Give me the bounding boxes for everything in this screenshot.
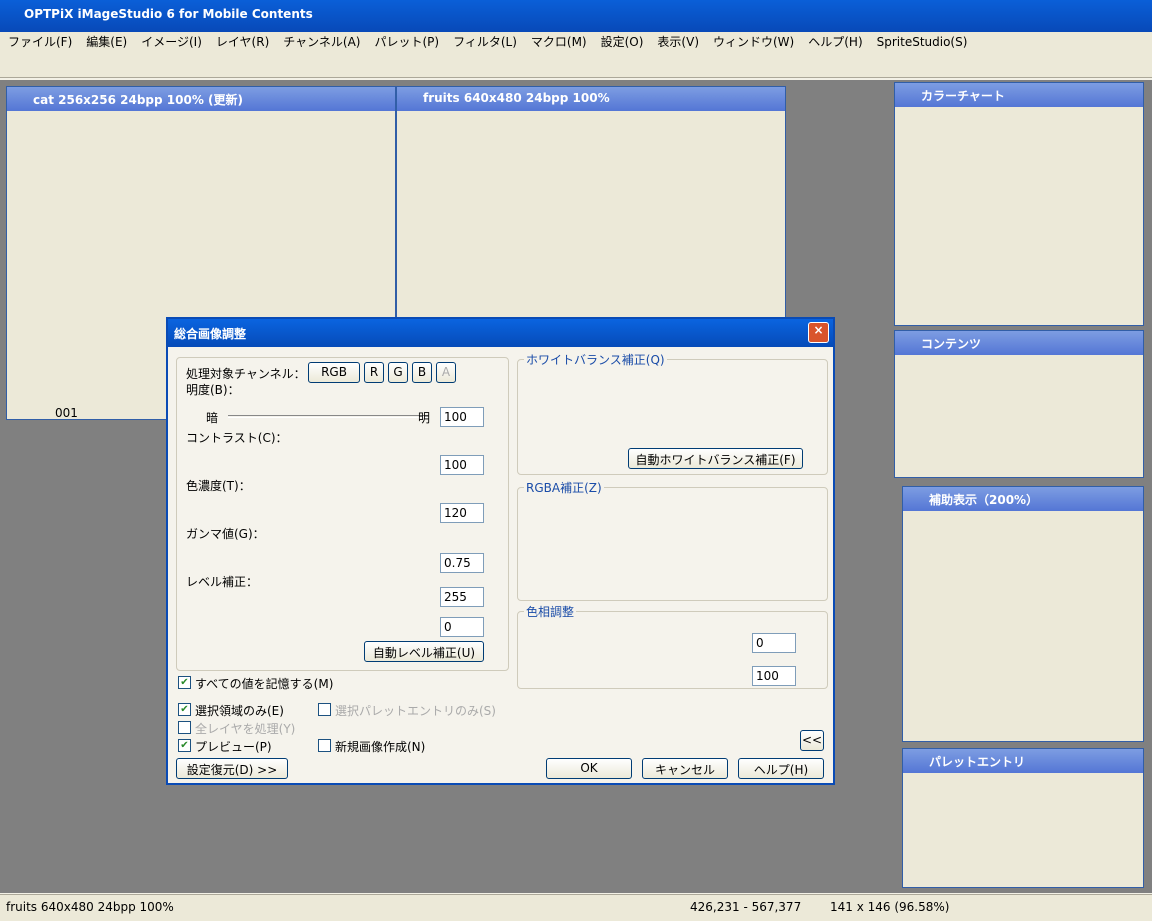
level-black-value[interactable]: 0 (440, 617, 484, 637)
saturation-label: 色濃度(T)： (186, 479, 251, 493)
channel-a-button: A (436, 362, 456, 383)
menu-bar: ファイル(F) 編集(E) イメージ(I) レイヤ(R) チャンネル(A) パレット(P)… (0, 32, 1152, 52)
preview-label: プレビュー(P) (195, 740, 272, 754)
selection-only-checkbox[interactable]: ✔ (178, 703, 191, 716)
fruits-window[interactable]: fruits 640x480 24bpp 100% (396, 86, 786, 322)
menu-item-4[interactable]: チャンネル(A) (283, 35, 360, 49)
brightness-label: 明度(B)： (186, 383, 240, 397)
cat-window-title: cat 256x256 24bpp 100% (更新) (7, 87, 395, 111)
all-layers-checkbox (178, 721, 191, 734)
remember-label: すべての値を記憶する(M) (195, 677, 334, 691)
contrast-label: コントラスト(C)： (186, 431, 288, 445)
hue-value[interactable]: 0 (752, 633, 796, 653)
hue-title: 色相調整 (524, 603, 577, 620)
selection-only-label: 選択領域のみ(E) (195, 704, 284, 718)
selected-palette-checkbox (318, 703, 331, 716)
menu-item-7[interactable]: マクロ(M) (531, 35, 587, 49)
status-size: 141 x 146 (96.58%) (830, 900, 950, 914)
brightness-max: 明 (418, 411, 431, 425)
restore-button[interactable]: 設定復元(D) >> (176, 758, 288, 779)
channel-r-button[interactable]: R (364, 362, 384, 383)
menu-item-12[interactable]: SpriteStudio(S) (877, 35, 968, 49)
menu-item-2[interactable]: イメージ(I) (141, 35, 202, 49)
menu-item-8[interactable]: 設定(O) (601, 35, 644, 49)
adjust-dialog: 総合画像調整 × 処理対象チャンネル： RGB R G B A 明度(B)： 暗… (166, 317, 835, 785)
zoom-title: 補助表示（200%） (903, 487, 1143, 511)
remember-checkbox[interactable]: ✔ (178, 676, 191, 689)
brightness-min: 暗 (206, 411, 219, 425)
palette-entries-title: パレットエントリ (903, 749, 1143, 773)
gamma-label: ガンマ値(G)： (186, 527, 265, 541)
contrast-value[interactable]: 100 (440, 455, 484, 475)
ok-button[interactable]: OK (546, 758, 632, 779)
level-label: レベル補正： (186, 575, 259, 589)
dialog-close-button[interactable]: × (808, 322, 829, 343)
colorchart-title: カラーチャート (895, 83, 1143, 107)
channel-rgb-button[interactable]: RGB (308, 362, 360, 383)
wb-title: ホワイトバランス補正(Q) (524, 351, 667, 368)
status-bar: fruits 640x480 24bpp 100% 426,231 - 567,… (0, 894, 1152, 921)
palette-entries-panel: パレットエントリ (902, 748, 1144, 888)
app-title: OPTPiX iMageStudio 6 for Mobile Contents (0, 0, 1152, 32)
brightness-value[interactable]: 100 (440, 407, 484, 427)
status-doc-info: fruits 640x480 24bpp 100% (6, 900, 174, 914)
rgba-title: RGBA補正(Z) (524, 479, 604, 496)
zoom-panel: 補助表示（200%） (902, 486, 1144, 742)
gamma-value[interactable]: 0.75 (440, 553, 484, 573)
dialog-title: 総合画像調整 (168, 319, 833, 347)
menu-item-11[interactable]: ヘルプ(H) (808, 35, 862, 49)
all-layers-label: 全レイヤを処理(Y) (195, 722, 296, 736)
auto-level-button[interactable]: 自動レベル補正(U) (364, 641, 484, 662)
channel-g-button[interactable]: G (388, 362, 408, 383)
rgba-group (517, 487, 828, 601)
new-image-checkbox[interactable] (318, 739, 331, 752)
menu-item-0[interactable]: ファイル(F) (8, 35, 72, 49)
contents-title: コンテンツ (895, 331, 1143, 355)
hue-sat-value[interactable]: 100 (752, 666, 796, 686)
cancel-button[interactable]: キャンセル (642, 758, 728, 779)
collapse-button[interactable]: << (800, 730, 824, 751)
level-white-value[interactable]: 255 (440, 587, 484, 607)
menu-item-5[interactable]: パレット(P) (374, 35, 439, 49)
saturation-value[interactable]: 120 (440, 503, 484, 523)
menu-item-9[interactable]: 表示(V) (657, 35, 699, 49)
menu-item-1[interactable]: 編集(E) (86, 35, 127, 49)
colorchart-panel: カラーチャート (894, 82, 1144, 326)
cat-tab[interactable]: 001 (55, 406, 78, 420)
menu-item-10[interactable]: ウィンドウ(W) (713, 35, 794, 49)
auto-wb-button[interactable]: 自動ホワイトバランス補正(F) (628, 448, 803, 469)
brightness-track[interactable] (228, 415, 428, 418)
main-toolbar (0, 52, 1152, 78)
preview-checkbox[interactable]: ✔ (178, 739, 191, 752)
channel-b-button[interactable]: B (412, 362, 432, 383)
help-button[interactable]: ヘルプ(H) (738, 758, 824, 779)
selected-palette-label: 選択パレットエントリのみ(S) (335, 704, 496, 718)
menu-item-3[interactable]: レイヤ(R) (216, 35, 269, 49)
fruits-window-title: fruits 640x480 24bpp 100% (397, 87, 785, 111)
menu-item-6[interactable]: フィルタ(L) (453, 35, 517, 49)
status-coords: 426,231 - 567,377 (690, 900, 802, 914)
channel-label: 処理対象チャンネル： (186, 367, 306, 381)
new-image-label: 新規画像作成(N) (335, 740, 426, 754)
contents-panel: コンテンツ (894, 330, 1144, 478)
